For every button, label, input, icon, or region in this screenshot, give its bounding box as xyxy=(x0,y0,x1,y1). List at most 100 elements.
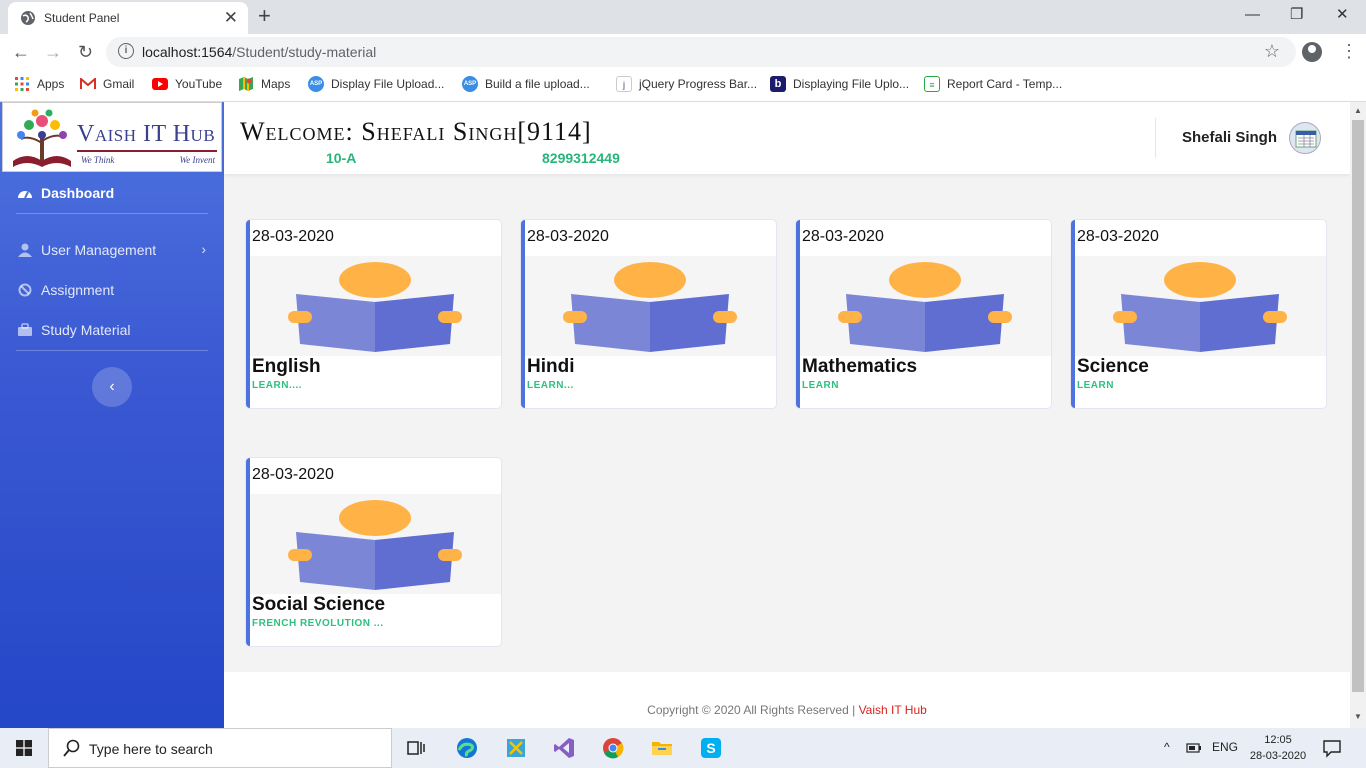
browser-menu-icon[interactable]: ⋮ xyxy=(1340,40,1358,62)
card-image xyxy=(1075,256,1326,356)
card-date: 28-03-2020 xyxy=(1077,228,1159,245)
study-material-card[interactable]: 28-03-2020 Social Science FRENCH REVOLUT… xyxy=(246,458,501,646)
user-icon xyxy=(18,243,32,257)
reading-book-icon xyxy=(563,262,737,352)
bookmark-label: YouTube xyxy=(175,77,223,91)
sidebar-item-assignment[interactable]: Assignment xyxy=(0,275,224,305)
file-explorer-icon[interactable] xyxy=(650,736,674,760)
brand-underline xyxy=(77,150,217,152)
tab-title: Student Panel xyxy=(44,11,120,25)
clock-time: 12:05 xyxy=(1264,734,1292,746)
visual-studio-icon[interactable] xyxy=(552,736,576,760)
notifications-icon[interactable] xyxy=(1322,738,1342,758)
welcome-title: Welcome: Shefali Singh[9114] xyxy=(240,117,592,146)
browser-toolbar: ← → ↻ i localhost:1564/Student/study-mat… xyxy=(0,34,1366,70)
address-bar[interactable]: i localhost:1564/Student/study-material … xyxy=(106,37,1296,67)
new-tab-button[interactable]: + xyxy=(258,4,271,28)
bookmark-star-icon[interactable]: ☆ xyxy=(1264,41,1280,62)
windows-start-icon[interactable] xyxy=(16,740,32,756)
language-indicator[interactable]: ENG xyxy=(1212,740,1238,754)
card-description[interactable]: LEARN... xyxy=(527,380,574,391)
bookmark-youtube[interactable]: YouTube xyxy=(152,76,222,92)
bookmark-label: Gmail xyxy=(103,77,135,91)
page-content: Vaish IT Hub We Think We Invent Dashboar… xyxy=(0,102,1366,728)
copyright-label: Copyright © 2020 All Rights Reserved | xyxy=(647,703,859,717)
study-material-card[interactable]: 28-03-2020 Mathematics LEARN xyxy=(796,220,1051,408)
card-description[interactable]: LEARN xyxy=(1077,380,1114,391)
ban-icon xyxy=(18,283,32,297)
sidebar-item-label: Assignment xyxy=(41,282,115,298)
card-image xyxy=(525,256,776,356)
edge-browser-icon[interactable] xyxy=(455,736,479,760)
tray-overflow-icon[interactable]: ^ xyxy=(1164,740,1170,754)
sidebar-item-user-management[interactable]: User Management › xyxy=(0,235,224,265)
battery-icon[interactable] xyxy=(1186,741,1202,755)
tree-logo-icon xyxy=(13,109,71,167)
brand-logo[interactable]: Vaish IT Hub We Think We Invent xyxy=(2,102,222,172)
bookmark-label: Maps xyxy=(261,77,291,91)
profile-icon[interactable] xyxy=(1302,42,1322,62)
card-subject: Hindi xyxy=(527,356,575,377)
snip-tool-icon[interactable] xyxy=(504,736,528,760)
scroll-up-icon[interactable]: ▲ xyxy=(1354,106,1362,115)
bookmark-maps[interactable]: Maps xyxy=(238,76,290,92)
card-subject: Mathematics xyxy=(802,356,918,377)
bookmark-label: jQuery Progress Bar... xyxy=(639,77,758,91)
page-scrollbar[interactable]: ▲ ▼ xyxy=(1350,102,1366,728)
apps-grid-icon xyxy=(15,77,29,91)
browser-tab[interactable]: Student Panel ✕ xyxy=(8,2,248,34)
bookmark-report-card[interactable]: ≡ Report Card - Temp... xyxy=(924,76,1062,92)
globe-icon xyxy=(21,11,35,25)
restore-button[interactable]: ❐ xyxy=(1290,4,1303,26)
bookmark-jquery-progress[interactable]: j jQuery Progress Bar... xyxy=(616,76,757,92)
window-close-button[interactable]: ✕ xyxy=(1336,4,1349,26)
bookmarks-bar: Apps Gmail YouTube Maps ASP Display File… xyxy=(0,70,1366,102)
card-image xyxy=(250,256,501,356)
tab-close-icon[interactable]: ✕ xyxy=(224,8,238,28)
scroll-down-icon[interactable]: ▼ xyxy=(1354,712,1362,721)
chevron-right-icon: › xyxy=(201,241,206,257)
topbar-divider xyxy=(1155,118,1156,158)
bookmark-gmail[interactable]: Gmail xyxy=(80,76,134,92)
student-phone: 8299312449 xyxy=(542,150,620,166)
card-description[interactable]: LEARN.... xyxy=(252,380,302,391)
scrollbar-thumb[interactable] xyxy=(1352,120,1364,692)
bookmark-build-file-upload[interactable]: ASP Build a file upload... xyxy=(462,76,590,92)
footer-brand-link[interactable]: Vaish IT Hub xyxy=(859,703,927,717)
minimize-button[interactable]: — xyxy=(1245,4,1260,26)
avatar[interactable] xyxy=(1289,122,1321,154)
url-path: /Student/study-material xyxy=(232,44,377,60)
reading-book-icon xyxy=(838,262,1012,352)
reload-button[interactable]: ↻ xyxy=(78,40,93,64)
search-icon xyxy=(63,739,80,757)
task-view-icon[interactable] xyxy=(404,736,428,760)
study-material-card[interactable]: 28-03-2020 English LEARN.... xyxy=(246,220,501,408)
sidebar-item-dashboard[interactable]: Dashboard xyxy=(0,178,224,208)
card-subject: English xyxy=(252,356,321,377)
card-description[interactable]: LEARN xyxy=(802,380,839,391)
brand-tag-right: We Invent xyxy=(179,155,215,165)
bookmark-displaying-file[interactable]: b Displaying File Uplo... xyxy=(770,76,909,92)
card-subject: Social Science xyxy=(252,594,386,615)
taskbar-search-input[interactable]: Type here to search xyxy=(48,728,392,768)
search-placeholder: Type here to search xyxy=(89,741,213,757)
sidebar-item-study-material[interactable]: Study Material xyxy=(0,315,224,345)
bookmark-display-file-upload[interactable]: ASP Display File Upload... xyxy=(308,76,444,92)
study-material-card[interactable]: 28-03-2020 Science LEARN xyxy=(1071,220,1326,408)
bookmark-apps[interactable]: Apps xyxy=(14,76,64,92)
info-icon[interactable]: i xyxy=(118,43,134,59)
study-material-card[interactable]: 28-03-2020 Hindi LEARN... xyxy=(521,220,776,408)
youtube-icon xyxy=(152,78,168,90)
chrome-icon[interactable] xyxy=(601,736,625,760)
url-text[interactable]: localhost:1564/Student/study-material xyxy=(142,44,376,60)
sidebar-divider xyxy=(16,350,208,351)
sidebar-collapse-button[interactable]: ‹ xyxy=(92,367,132,407)
card-date: 28-03-2020 xyxy=(252,228,334,245)
forward-button[interactable]: → xyxy=(44,40,62,64)
back-button[interactable]: ← xyxy=(12,40,30,64)
user-name[interactable]: Shefali Singh xyxy=(1182,129,1277,146)
skype-icon[interactable]: S xyxy=(699,736,723,760)
card-subject: Science xyxy=(1077,356,1149,377)
card-description[interactable]: FRENCH REVOLUTION ... xyxy=(252,618,384,629)
system-clock[interactable]: 12:05 28-03-2020 xyxy=(1248,732,1308,764)
